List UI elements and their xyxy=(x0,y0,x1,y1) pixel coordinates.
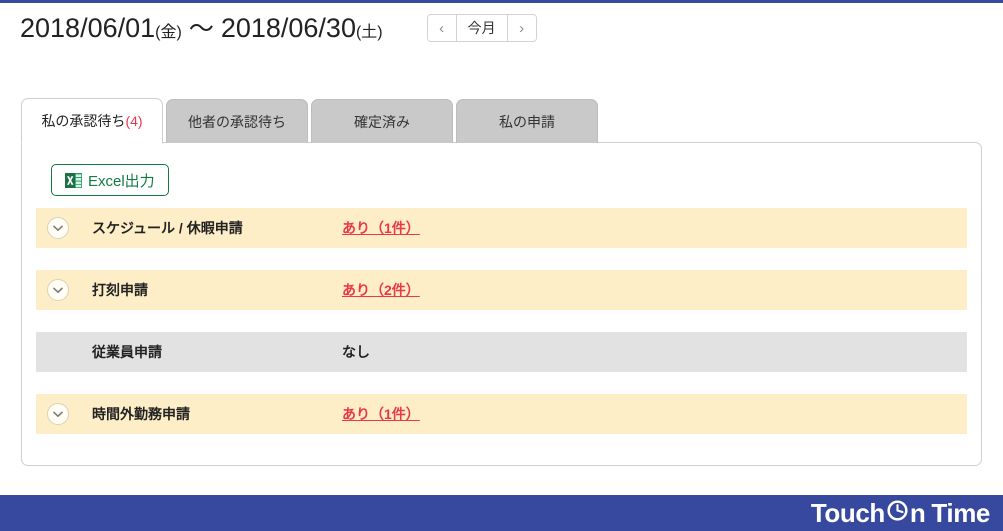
page-header: 2018/06/01(金) 〜 2018/06/30(土) ‹ 今月 › xyxy=(20,14,537,42)
row-schedule-leave-application[interactable]: スケジュール / 休暇申請 あり（1件） xyxy=(36,208,967,248)
excel-icon xyxy=(65,172,82,189)
date-range-start-dow: (金) xyxy=(155,23,182,41)
tab-others-approval-pending[interactable]: 他者の承認待ち xyxy=(166,99,308,143)
next-period-button[interactable]: › xyxy=(507,15,536,41)
brand-text-touch: Touch xyxy=(810,497,885,528)
prev-period-button[interactable]: ‹ xyxy=(427,15,456,41)
current-period-button[interactable]: 今月 xyxy=(455,15,508,41)
brand-text-time: Time xyxy=(931,497,990,528)
tab-confirmed[interactable]: 確定済み xyxy=(311,99,453,143)
row-label: 打刻申請 xyxy=(92,282,148,298)
row-value-link[interactable]: あり（1件） xyxy=(342,218,420,238)
tab-label: 他者の承認待ち xyxy=(188,113,286,130)
excel-export-label: Excel出力 xyxy=(88,172,155,190)
tab-count-badge: (4) xyxy=(125,113,143,129)
date-range-end-dow: (土) xyxy=(355,23,383,41)
chevron-down-icon[interactable] xyxy=(47,403,69,425)
tab-my-applications[interactable]: 私の申請 xyxy=(456,99,598,143)
tab-label: 確定済み xyxy=(354,113,410,130)
period-nav-group: ‹ 今月 › xyxy=(426,14,537,42)
tab-bar: 私の承認待ち (4) 他者の承認待ち 確定済み 私の申請 xyxy=(21,98,601,144)
tab-label: 私の承認待ち xyxy=(41,113,126,129)
date-range-separator: 〜 xyxy=(188,14,214,43)
top-accent-bar xyxy=(0,0,1003,3)
row-timestamp-application[interactable]: 打刻申請 あり（2件） xyxy=(36,270,967,310)
date-range-title: 2018/06/01(金) 〜 2018/06/30(土) xyxy=(20,12,383,43)
application-summary-list: スケジュール / 休暇申請 あり（1件） 打刻申請 あり（2件） 従業員申請 な… xyxy=(36,208,967,434)
page-footer: Touch n Time xyxy=(0,495,1003,531)
clock-icon xyxy=(886,498,909,529)
date-range-start: 2018/06/01 xyxy=(20,12,156,43)
brand-logo: Touch n Time xyxy=(810,497,991,529)
row-value-link[interactable]: あり（2件） xyxy=(342,280,420,300)
row-label: スケジュール / 休暇申請 xyxy=(92,220,243,236)
chevron-down-icon[interactable] xyxy=(47,279,69,301)
chevron-down-icon[interactable] xyxy=(47,217,69,239)
date-range-end: 2018/06/30 xyxy=(220,12,356,43)
main-panel: Excel出力 スケジュール / 休暇申請 あり（1件） 打刻申請 あり（2件）… xyxy=(21,142,982,466)
tab-my-approval-pending[interactable]: 私の承認待ち (4) xyxy=(21,98,163,144)
excel-export-button[interactable]: Excel出力 xyxy=(51,164,169,196)
row-label: 時間外勤務申請 xyxy=(92,406,190,422)
row-value: なし xyxy=(342,344,370,360)
row-value-link[interactable]: あり（1件） xyxy=(342,404,420,424)
tab-label: 私の申請 xyxy=(499,113,555,130)
row-label: 従業員申請 xyxy=(92,344,162,360)
row-employee-application: 従業員申請 なし xyxy=(36,332,967,372)
row-overtime-work-application[interactable]: 時間外勤務申請 あり（1件） xyxy=(36,394,967,434)
brand-text-n: n xyxy=(909,497,926,528)
